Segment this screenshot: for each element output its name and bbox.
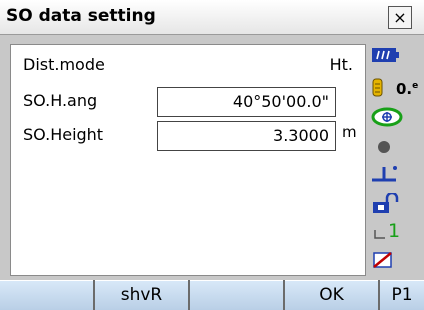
input-mode-indicator: 1 [388,220,401,242]
atmos-correction-label: 0.e [396,80,419,98]
target-icon [371,107,403,127]
dist-mode-value[interactable]: Ht. [330,55,353,74]
prism-constant-icon [372,78,383,97]
laser-dot-icon [378,141,390,153]
battery-icon [372,48,399,62]
window-title: SO data setting [6,6,156,26]
settings-panel: Dist.mode Ht. SO.H.ang 40°50'00.0" SO.He… [10,44,366,276]
unlock-icon [373,193,399,213]
softkey-bar: shvR OK P1 [0,280,424,310]
so-h-ang-input[interactable]: 40°50'00.0" [157,87,336,117]
so-h-ang-label: SO.H.ang [23,91,98,110]
keyboard-icon [373,252,392,268]
so-height-input[interactable]: 3.3000 [157,121,336,151]
status-icons: 0.e 1 [368,44,424,276]
softkey-page[interactable]: P1 [380,280,424,310]
tilt-icon [372,166,397,182]
softkey-f1[interactable] [0,280,93,310]
softkey-ok[interactable]: OK [285,280,378,310]
softkey-shvr[interactable]: shvR [95,280,188,310]
so-height-label: SO.Height [23,125,104,144]
softkey-f3[interactable] [190,280,283,310]
so-height-unit: m [342,123,357,141]
input-mode-icon [374,230,385,239]
dist-mode-label: Dist.mode [23,55,105,74]
title-bar: SO data setting × [0,0,424,35]
close-button[interactable]: × [388,6,412,29]
